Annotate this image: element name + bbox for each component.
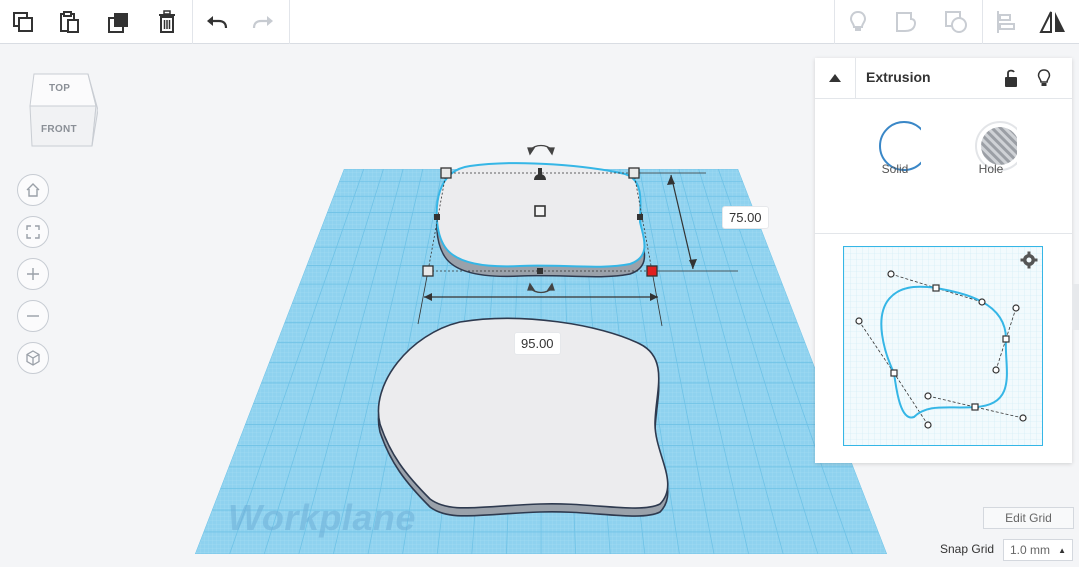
rotate-handle-top[interactable] bbox=[527, 144, 555, 156]
edit-grid-button[interactable]: Edit Grid bbox=[983, 507, 1074, 529]
zoom-in-icon bbox=[27, 268, 39, 280]
undo-button[interactable] bbox=[194, 0, 240, 43]
ungroup-icon bbox=[945, 10, 967, 33]
lock-button[interactable] bbox=[1000, 66, 1022, 90]
editor-settings-button[interactable] bbox=[1020, 251, 1038, 269]
zoom-out-button[interactable] bbox=[17, 300, 49, 332]
copy-icon bbox=[13, 11, 33, 32]
ungroup-button[interactable] bbox=[933, 0, 979, 43]
mirror-button[interactable] bbox=[1030, 0, 1076, 43]
lightbulb-icon bbox=[849, 10, 867, 31]
delete-button[interactable] bbox=[144, 0, 190, 43]
path-editor[interactable] bbox=[843, 246, 1043, 446]
paste-icon bbox=[60, 10, 79, 33]
align-icon bbox=[997, 10, 1015, 33]
hole-label: Hole bbox=[978, 162, 1004, 176]
cube-top-label: TOP bbox=[49, 83, 71, 94]
undo-icon bbox=[207, 15, 228, 28]
solid-label: Solid bbox=[881, 162, 909, 176]
workspace: Workplane 75.00 95.00 TOP FRONT Extrusio… bbox=[0, 44, 1079, 567]
perspective-cube-icon bbox=[26, 350, 40, 366]
unlock-icon bbox=[1005, 69, 1017, 87]
hide-button[interactable] bbox=[1033, 66, 1055, 90]
caret-up-icon: ▲ bbox=[1058, 546, 1066, 555]
gear-icon bbox=[1020, 251, 1038, 269]
home-icon bbox=[26, 183, 40, 197]
cube-front-label: FRONT bbox=[41, 124, 77, 135]
snap-grid-label: Snap Grid bbox=[940, 542, 995, 556]
duplicate-icon bbox=[108, 12, 128, 33]
selected-shape[interactable] bbox=[435, 162, 646, 278]
redo-icon bbox=[252, 15, 273, 28]
toolbar bbox=[0, 0, 1079, 44]
redo-button[interactable] bbox=[240, 0, 286, 43]
fit-view-button[interactable] bbox=[17, 216, 49, 248]
show-all-button[interactable] bbox=[835, 0, 881, 43]
snap-grid-select[interactable]: 1.0 mm ▲ bbox=[1003, 539, 1073, 561]
snap-grid-value: 1.0 mm bbox=[1010, 543, 1051, 557]
zoom-in-button[interactable] bbox=[17, 258, 49, 290]
workplane-label: Workplane bbox=[228, 497, 416, 538]
width-dimension-label[interactable]: 95.00 bbox=[515, 333, 560, 354]
collapse-panel-button[interactable] bbox=[815, 58, 856, 98]
caret-up-icon bbox=[829, 74, 841, 82]
perspective-button[interactable] bbox=[17, 342, 49, 374]
copy-button[interactable] bbox=[0, 0, 46, 43]
home-view-button[interactable] bbox=[17, 174, 49, 206]
view-cube[interactable]: TOP FRONT bbox=[26, 70, 99, 150]
fit-view-icon bbox=[26, 225, 40, 239]
depth-dimension-label[interactable]: 75.00 bbox=[723, 207, 768, 228]
align-button[interactable] bbox=[983, 0, 1029, 43]
duplicate-button[interactable] bbox=[96, 0, 142, 43]
inspector-title: Extrusion bbox=[866, 69, 931, 85]
side-panel-tab[interactable] bbox=[1072, 284, 1079, 330]
lightbulb-icon bbox=[1037, 69, 1051, 86]
inspector-header: Extrusion bbox=[815, 58, 1072, 99]
paste-button[interactable] bbox=[46, 0, 92, 43]
mirror-icon bbox=[1039, 11, 1065, 33]
zoom-out-icon bbox=[27, 315, 39, 317]
group-icon bbox=[896, 11, 916, 32]
delete-icon bbox=[159, 9, 175, 33]
shape-inspector-panel: Extrusion Solid Hole bbox=[815, 58, 1072, 463]
group-button[interactable] bbox=[883, 0, 929, 43]
